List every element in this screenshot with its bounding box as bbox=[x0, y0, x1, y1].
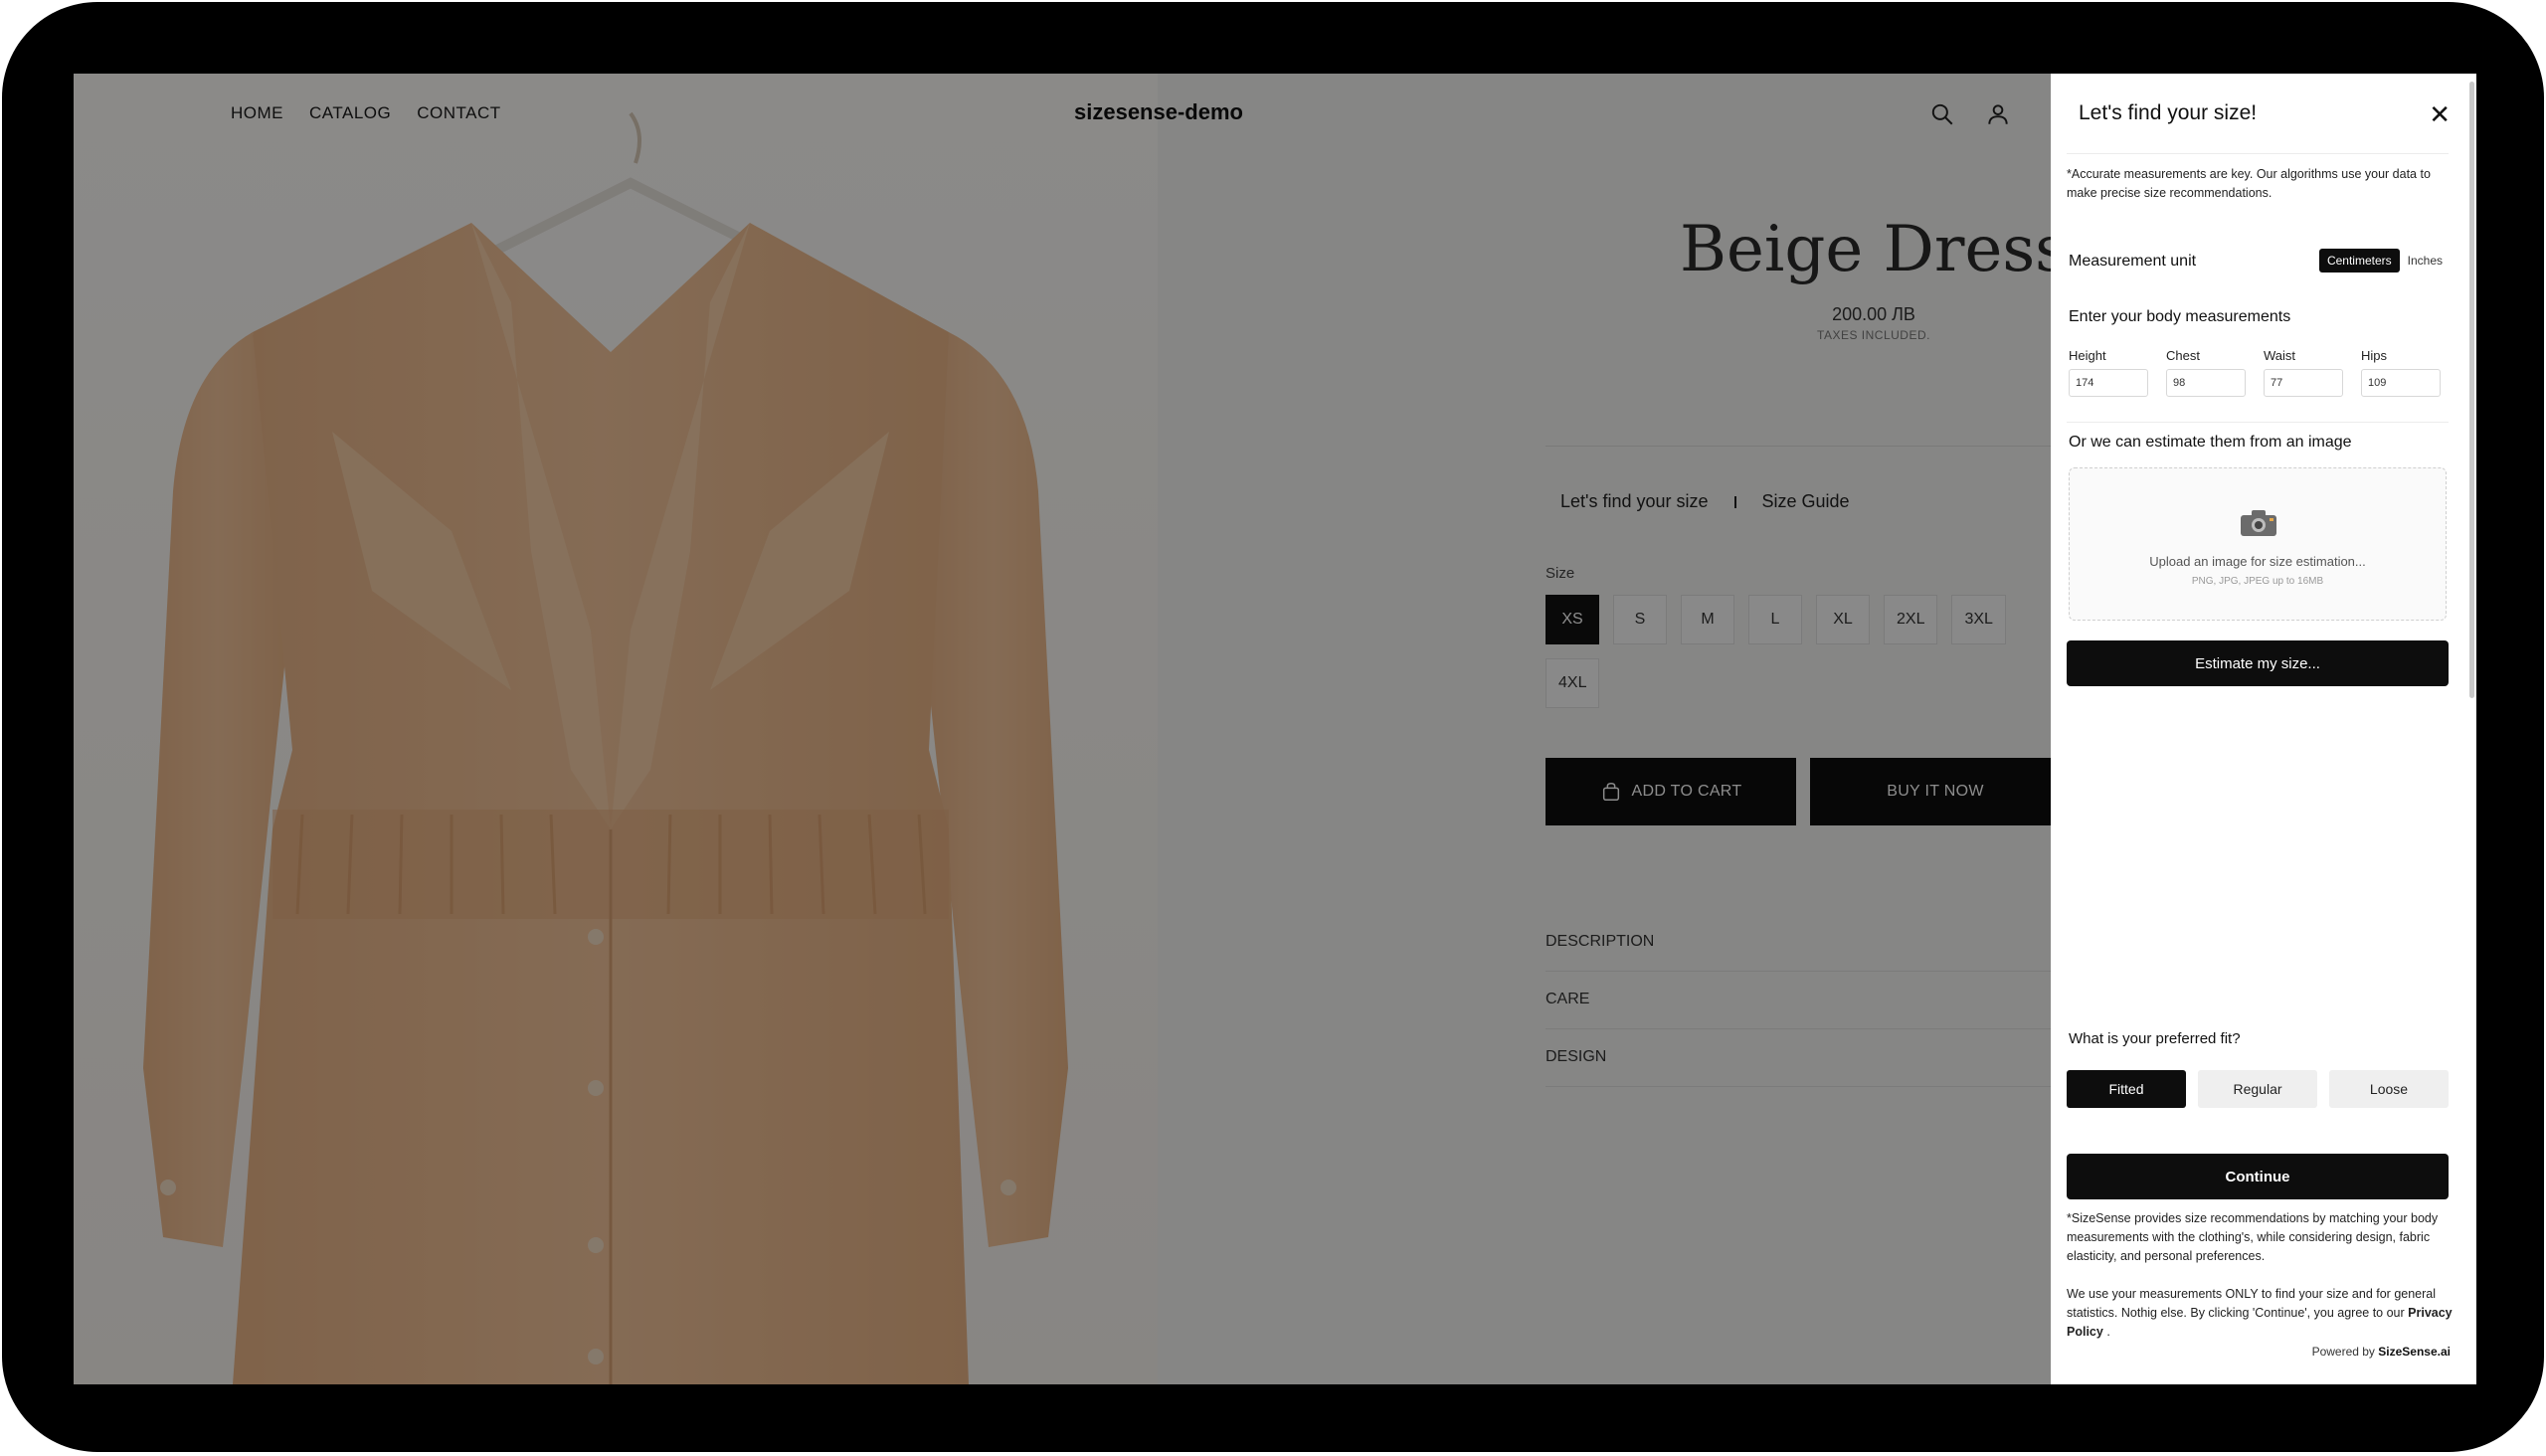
waist-label: Waist bbox=[2264, 348, 2296, 363]
device-frame: HOME CATALOG CONTACT sizesense-demo Beig… bbox=[2, 2, 2544, 1452]
modal-backdrop[interactable] bbox=[74, 74, 2051, 1384]
upload-text: Upload an image for size estimation... bbox=[2149, 554, 2366, 569]
unit-centimeters-button[interactable]: Centimeters bbox=[2318, 249, 2400, 273]
continue-button[interactable]: Continue bbox=[2067, 1154, 2449, 1199]
upload-formats: PNG, JPG, JPEG up to 16MB bbox=[2191, 576, 2324, 587]
powered-by: Powered by SizeSense.ai bbox=[2312, 1345, 2451, 1359]
hips-field-group: Hips bbox=[2361, 348, 2441, 397]
close-icon[interactable]: ✕ bbox=[2429, 99, 2451, 130]
hips-label: Hips bbox=[2361, 348, 2388, 363]
panel-scrollbar[interactable] bbox=[2469, 82, 2474, 698]
chest-label: Chest bbox=[2166, 348, 2200, 363]
waist-input[interactable] bbox=[2264, 369, 2343, 397]
privacy-end: . bbox=[2106, 1325, 2110, 1339]
fit-loose-button[interactable]: Loose bbox=[2329, 1070, 2449, 1108]
fit-options: Fitted Regular Loose bbox=[2067, 1070, 2449, 1108]
browser-viewport: HOME CATALOG CONTACT sizesense-demo Beig… bbox=[74, 74, 2476, 1384]
height-input[interactable] bbox=[2069, 369, 2148, 397]
panel-divider bbox=[2067, 422, 2449, 423]
measurement-fields: Height Chest Waist Hips bbox=[2069, 348, 2441, 397]
fit-fitted-button[interactable]: Fitted bbox=[2067, 1070, 2186, 1108]
unit-inches-button[interactable]: Inches bbox=[2399, 249, 2451, 273]
panel-title: Let's find your size! bbox=[2079, 101, 2258, 124]
body-measurements-title: Enter your body measurements bbox=[2069, 308, 2291, 325]
privacy-text: We use your measurements ONLY to find yo… bbox=[2067, 1287, 2437, 1320]
height-label: Height bbox=[2069, 348, 2106, 363]
image-upload-dropzone[interactable]: Upload an image for size estimation... P… bbox=[2069, 467, 2447, 621]
powered-brand-link[interactable]: SizeSense.ai bbox=[2378, 1345, 2451, 1359]
height-field-group: Height bbox=[2069, 348, 2148, 397]
size-finder-panel: Let's find your size! ✕ *Accurate measur… bbox=[2051, 74, 2476, 1384]
chest-input[interactable] bbox=[2166, 369, 2246, 397]
hips-input[interactable] bbox=[2361, 369, 2441, 397]
measurement-unit-label: Measurement unit bbox=[2069, 253, 2197, 270]
panel-divider bbox=[2067, 153, 2449, 154]
estimate-size-button[interactable]: Estimate my size... bbox=[2067, 640, 2449, 686]
unit-toggle: Centimeters Inches bbox=[2318, 249, 2451, 273]
recommendation-disclaimer: *SizeSense provides size recommendations… bbox=[2067, 1211, 2439, 1263]
privacy-disclaimer: We use your measurements ONLY to find yo… bbox=[2067, 1285, 2458, 1342]
preferred-fit-title: What is your preferred fit? bbox=[2069, 1030, 2241, 1047]
chest-field-group: Chest bbox=[2166, 348, 2246, 397]
image-estimate-title: Or we can estimate them from an image bbox=[2069, 434, 2352, 451]
camera-icon bbox=[2241, 510, 2276, 536]
waist-field-group: Waist bbox=[2264, 348, 2343, 397]
fit-regular-button[interactable]: Regular bbox=[2198, 1070, 2317, 1108]
accuracy-note: *Accurate measurements are key. Our algo… bbox=[2067, 167, 2431, 200]
powered-prefix: Powered by bbox=[2311, 1345, 2375, 1359]
